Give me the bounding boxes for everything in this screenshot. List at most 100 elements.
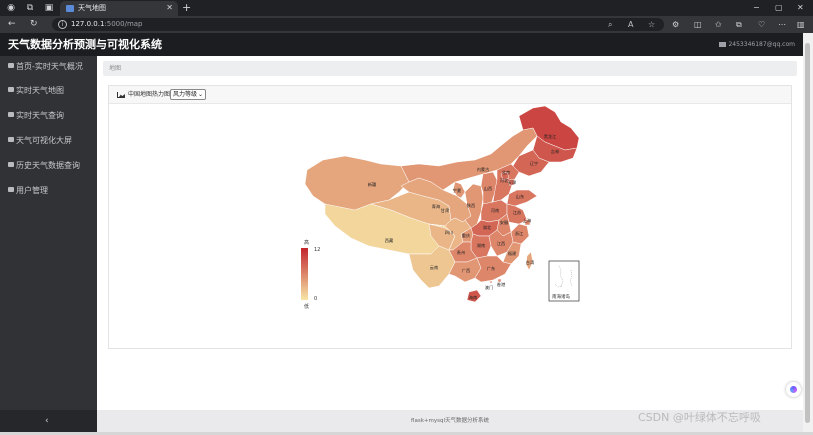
users-icon [8, 187, 14, 192]
url-text[interactable]: 127.0.0.1:5000/map [71, 19, 143, 30]
sidebar-item-map[interactable]: 实时天气地图 [8, 84, 64, 98]
sidebar-item-label: 天气可视化大屏 [16, 136, 72, 145]
province-label: 澳门 [485, 284, 493, 291]
province-label: 浙江 [515, 230, 523, 237]
maximize-button[interactable]: ▢ [775, 2, 783, 14]
province-label: 西藏 [385, 237, 394, 244]
collections-icon[interactable]: ⧉ [736, 18, 742, 31]
window-close-button[interactable]: ✕ [797, 2, 804, 14]
minimize-button[interactable]: − [753, 2, 760, 14]
province-label: 辽宁 [530, 160, 538, 167]
map-icon [8, 87, 14, 92]
china-heatmap[interactable]: 黑龙江吉林辽宁内蒙古新疆西藏青海甘肃宁夏陕西山西河北北京天津山东河南四川重庆湖北… [109, 86, 793, 350]
province-label: 安徽 [500, 219, 509, 226]
province-label: 香港 [497, 281, 506, 288]
map-panel: 中国地图热力图: 风力等级 黑龙江吉林辽宁内蒙古新疆西藏青海甘肃宁夏陕西山西河北… [108, 85, 792, 349]
list-icon [8, 162, 14, 167]
sidebar-item-label: 用户管理 [16, 186, 48, 195]
split-screen-icon[interactable]: ◫ [694, 18, 702, 31]
browser-window: ◉ ⧉ ▣ 天气地图 ✕ + − ▢ ✕ ← ↻ i 127.0.0.1:500… [0, 0, 813, 435]
province-label: 北京 [502, 169, 510, 176]
refresh-icon[interactable]: ↻ [30, 18, 38, 31]
site-info-icon[interactable]: i [58, 20, 67, 29]
workspaces-icon[interactable]: ⧉ [24, 2, 36, 14]
more-icon[interactable]: ⋯ [778, 18, 786, 31]
sidebar-toggle-icon[interactable]: ▥ [797, 18, 805, 31]
province-label: 山西 [484, 185, 492, 192]
province-label: 陕西 [467, 202, 475, 209]
sidebar-collapse-bar: ‹ [0, 410, 97, 432]
province-label: 四川 [445, 230, 453, 235]
province-澳门[interactable] [489, 280, 493, 284]
province-label: 广西 [462, 267, 470, 274]
scroll-thumb[interactable] [805, 43, 810, 423]
collapse-button[interactable]: ‹ [45, 414, 49, 428]
province-label: 福建 [508, 250, 517, 257]
monitor-icon [8, 112, 14, 117]
province-label: 宁夏 [453, 187, 462, 193]
sidebar-item-label: 历史天气数据查询 [16, 161, 80, 170]
sidebar-item-label: 首页-实时天气概况 [16, 62, 83, 71]
province-label: 重庆 [462, 232, 471, 239]
province-label: 甘肃 [441, 207, 449, 214]
legend-low-label: 低 [304, 303, 309, 310]
sidebar-item-label: 实时天气地图 [16, 86, 64, 95]
province-label: 青海 [432, 203, 441, 210]
browser-tab[interactable]: 天气地图 ✕ [60, 1, 178, 16]
main-content: 地图 中国地图热力图: 风力等级 黑龙江吉林辽宁内蒙古新疆西藏青海甘肃宁夏陕西山… [97, 56, 803, 410]
province-layer [304, 105, 580, 303]
copilot-button[interactable] [786, 382, 801, 397]
tab-title: 天气地图 [78, 4, 106, 12]
inset-label: 南海诸岛 [552, 293, 570, 300]
app-header: 天气数据分析预测与可视化系统 2453346187@qq.com [0, 33, 803, 56]
legend-high-label: 高 [304, 239, 309, 246]
sidebar-item-home[interactable]: 首页-实时天气概况 [8, 60, 83, 74]
province-label: 海南 [469, 294, 477, 301]
south-china-sea-inset: 南海诸岛 [548, 260, 580, 302]
home-icon [8, 63, 14, 68]
back-icon[interactable]: ← [8, 18, 16, 31]
profile-icon[interactable]: ◉ [5, 2, 17, 14]
user-menu[interactable]: 2453346187@qq.com [719, 40, 795, 49]
new-tab-button[interactable]: + [182, 1, 191, 14]
breadcrumb-label: 地图 [109, 65, 122, 72]
sidebar-item-query[interactable]: 实时天气查询 [8, 109, 64, 123]
favorite-icon[interactable]: ☆ [648, 19, 655, 30]
province-label: 内蒙古 [477, 166, 490, 173]
province-label: 台湾 [526, 259, 534, 266]
extensions-icon[interactable]: ⚙ [672, 18, 679, 31]
province-label: 江西 [497, 240, 505, 247]
legend-color-bar[interactable] [301, 248, 308, 300]
user-card-icon [719, 42, 727, 47]
sidebar-item-label: 实时天气查询 [16, 111, 64, 120]
user-email: 2453346187@qq.com [728, 41, 795, 48]
address-bar[interactable]: i 127.0.0.1:5000/map ⌕ A ☆ [52, 18, 664, 31]
browser-toolbar: ← ↻ i 127.0.0.1:5000/map ⌕ A ☆ ⚙ ◫ ✩ ⧉ ♡… [0, 16, 813, 33]
legend-min-value: 0 [314, 296, 317, 302]
province-label: 山东 [516, 193, 524, 200]
visual-map-legend: 高 12 0 低 [301, 239, 320, 310]
zoom-icon[interactable]: ⌕ [608, 19, 612, 30]
legend-max-value: 12 [314, 247, 320, 253]
browser-essentials-icon[interactable]: ♡ [758, 18, 765, 31]
tab-strip: ◉ ⧉ ▣ 天气地图 ✕ + − ▢ ✕ [0, 0, 813, 16]
breadcrumb: 地图 [103, 61, 797, 76]
tab-actions-icon[interactable]: ▣ [43, 2, 55, 14]
read-aloud-icon[interactable]: A [628, 19, 633, 30]
sidebar-item-dashboard[interactable]: 天气可视化大屏 [8, 134, 72, 148]
province-label: 贵州 [457, 249, 465, 256]
sidebar: 首页-实时天气概况 实时天气地图 实时天气查询 天气可视化大屏 历史天气数据查询… [0, 56, 97, 410]
tab-favicon [66, 5, 74, 12]
sidebar-item-users[interactable]: 用户管理 [8, 184, 48, 198]
watermark: CSDN @叶绿体不忘呼吸 [638, 411, 761, 424]
province-label: 湖南 [477, 242, 485, 249]
province-label: 江苏 [513, 209, 521, 216]
province-label: 云南 [430, 264, 438, 271]
scrollbar[interactable] [803, 33, 813, 432]
favorites-bar-icon[interactable]: ✩ [715, 18, 722, 31]
province-label: 新疆 [368, 181, 376, 188]
province-label: 上海 [523, 217, 532, 224]
tab-close-icon[interactable]: ✕ [166, 2, 173, 14]
province-label: 河南 [491, 207, 499, 213]
sidebar-item-history[interactable]: 历史天气数据查询 [8, 159, 80, 173]
